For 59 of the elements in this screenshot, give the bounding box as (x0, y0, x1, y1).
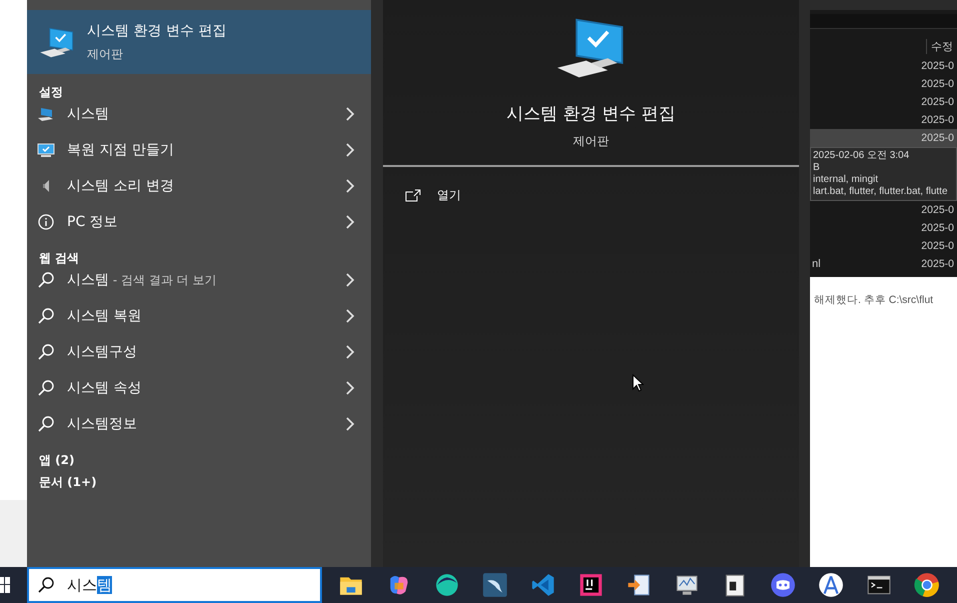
search-icon (37, 307, 55, 325)
best-match-item[interactable]: 시스템 환경 변수 편집 제어판 (27, 10, 371, 74)
search-field[interactable]: 시스템 (27, 567, 322, 603)
result-item[interactable]: 시스템 속성 (27, 370, 371, 406)
search-icon (37, 576, 55, 594)
section-header: 앱 (2) (39, 453, 74, 467)
info-icon (37, 213, 55, 231)
file-row[interactable]: 2025-0 (810, 129, 957, 147)
laptop-icon (37, 105, 55, 123)
file-row[interactable]: 2025-0 (810, 111, 957, 129)
compass-icon[interactable] (818, 572, 844, 598)
result-item[interactable]: PC 정보 (27, 204, 371, 240)
code-editor-icon[interactable] (530, 572, 556, 598)
search-icon (37, 343, 55, 361)
browser-icon[interactable] (914, 572, 940, 598)
open-external-icon (405, 188, 421, 202)
document-text: 해제했다. 추후 C:\src\flut (814, 294, 934, 306)
dolphin-icon[interactable] (482, 572, 508, 598)
file-row[interactable]: 2025-0 (810, 75, 957, 93)
preview-subtitle: 제어판 (573, 132, 609, 150)
chevron-right-icon (345, 381, 355, 395)
chat-controller-icon[interactable] (770, 572, 796, 598)
file-row[interactable]: 2025-0 (810, 237, 957, 255)
chevron-right-icon (345, 417, 355, 431)
section-header: 설정 (39, 85, 63, 99)
file-row[interactable]: 2025-0 (810, 93, 957, 111)
mouse-cursor-icon (632, 374, 644, 392)
search-icon (37, 379, 55, 397)
chevron-right-icon (345, 309, 355, 323)
tooltip: 2025-02-06 오전 3:04 B internal, mingit lart.bat, flutter, flutter.bat, flutte (810, 147, 957, 201)
preview-title: 시스템 환경 변수 편집 (506, 102, 676, 125)
result-item[interactable]: 시스템정보 (27, 406, 371, 442)
result-item[interactable]: 복원 지점 만들기 (27, 132, 371, 168)
section-header: 문서 (1+) (39, 475, 97, 489)
file-row[interactable]: 2025-0 (810, 57, 957, 75)
open-action[interactable]: 열기 (405, 187, 461, 204)
document-arrow-icon[interactable] (626, 572, 652, 598)
windows-icon[interactable] (0, 577, 10, 593)
result-item[interactable]: 시스템 복원 (27, 298, 371, 334)
whale-icon[interactable] (434, 572, 460, 598)
result-item[interactable]: 시스템 소리 변경 (27, 168, 371, 204)
ide-icon[interactable] (578, 572, 604, 598)
search-icon (37, 271, 55, 289)
section-header: 웹 검색 (39, 251, 80, 265)
chevron-right-icon (345, 345, 355, 359)
monitor-icon (37, 141, 55, 159)
speaker-icon (42, 179, 50, 193)
search-icon (37, 415, 55, 433)
file-row[interactable]: nl 2025-0 (810, 255, 957, 273)
column-header[interactable]: 수정 (926, 38, 957, 54)
file-row[interactable]: 2025-0 (810, 219, 957, 237)
computer-icon (39, 26, 75, 58)
file-row[interactable]: 2025-0 (810, 201, 957, 219)
chevron-right-icon (345, 273, 355, 287)
chevron-right-icon (345, 143, 355, 157)
chevron-right-icon (345, 179, 355, 193)
result-item[interactable]: 시스템구성 (27, 334, 371, 370)
chevron-right-icon (345, 107, 355, 121)
chevron-right-icon (345, 215, 355, 229)
